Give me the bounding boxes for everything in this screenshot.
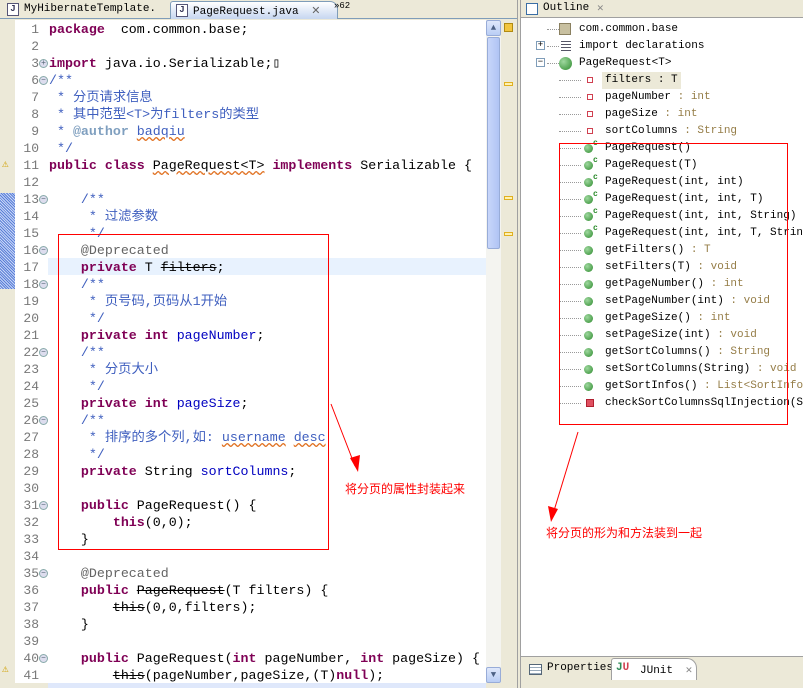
annotation-arrows	[330, 403, 579, 522]
editor-annotation: 将分页的属性封装起来	[345, 482, 466, 496]
outline-annotation: 将分页的形为和方法装到一起	[546, 526, 703, 540]
outline-arrow	[548, 431, 579, 522]
editor-arrow	[330, 403, 360, 472]
